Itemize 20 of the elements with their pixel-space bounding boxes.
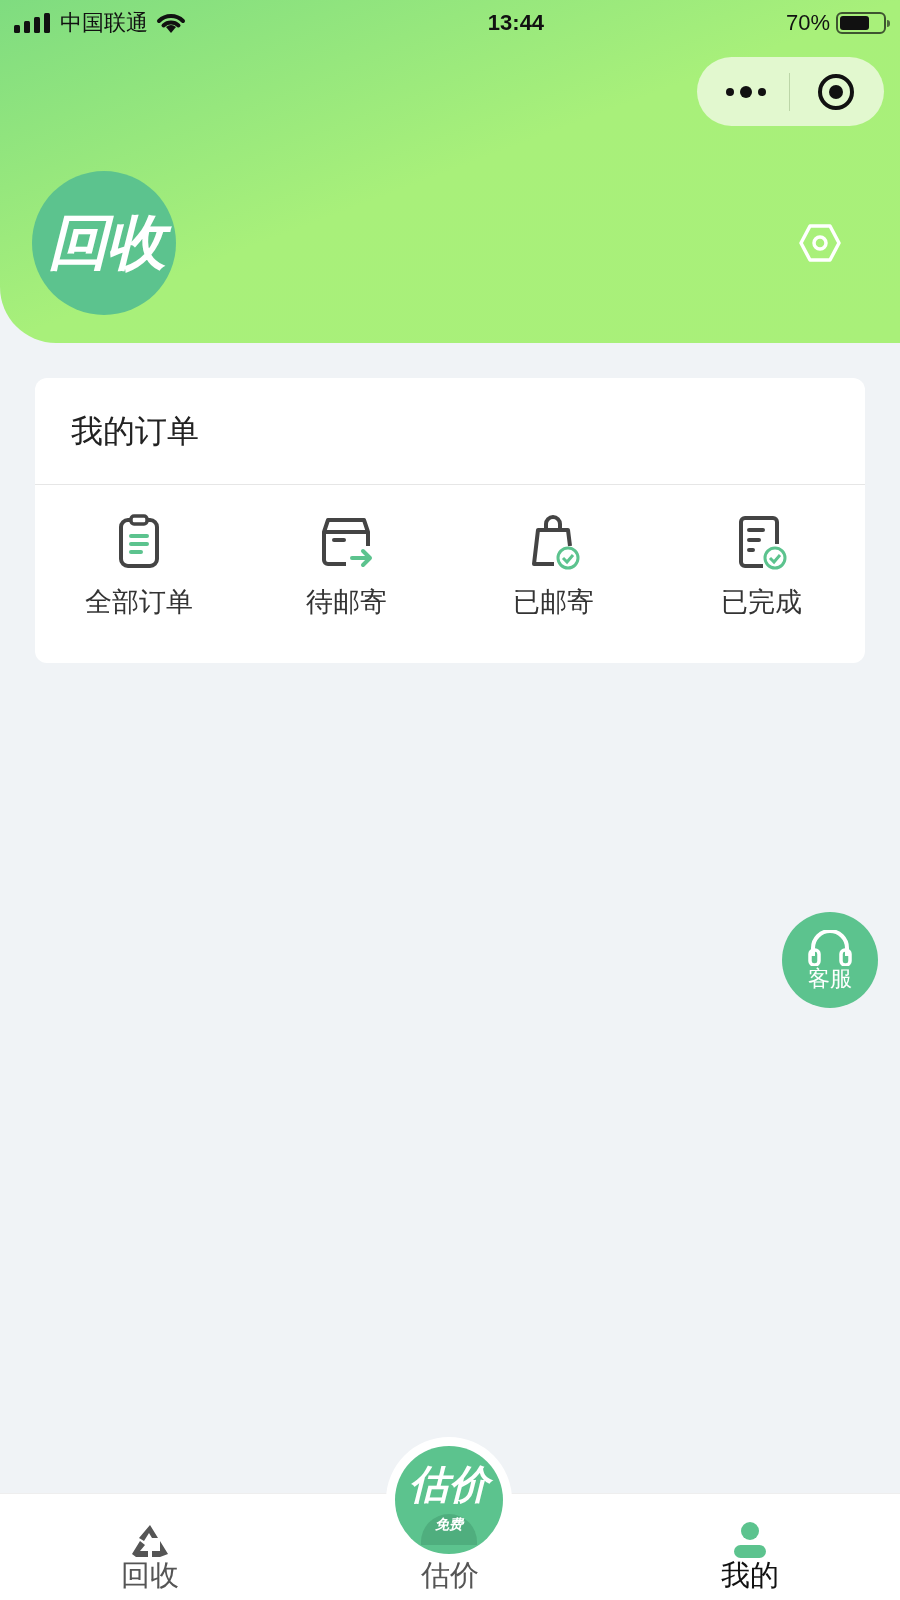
tab-label[interactable]: 估价	[421, 1561, 479, 1590]
order-status-link[interactable]: 全部订单	[84, 582, 193, 623]
carrier-name: 中国联通	[60, 9, 148, 37]
signal-icon	[14, 12, 52, 33]
headset-icon	[807, 930, 853, 966]
logo-badge: 回收	[32, 171, 176, 315]
tab-label[interactable]: 我的	[721, 1561, 779, 1590]
battery-percent: 70%	[785, 9, 830, 37]
recycle-icon	[130, 1523, 170, 1559]
card-title: 我的订单	[71, 412, 199, 451]
order-status-link[interactable]: 已邮寄	[513, 582, 595, 623]
more-icon[interactable]	[725, 85, 767, 98]
free-badge: 免费	[421, 1514, 477, 1545]
clock-time: 13:44	[487, 9, 545, 37]
tab-label[interactable]: 回收	[121, 1561, 179, 1590]
user-icon	[732, 1521, 768, 1559]
close-icon[interactable]	[817, 72, 855, 111]
order-status-link[interactable]: 待邮寄	[305, 582, 387, 623]
order-status-link[interactable]: 已完成	[720, 582, 802, 623]
wifi-icon	[156, 11, 186, 34]
